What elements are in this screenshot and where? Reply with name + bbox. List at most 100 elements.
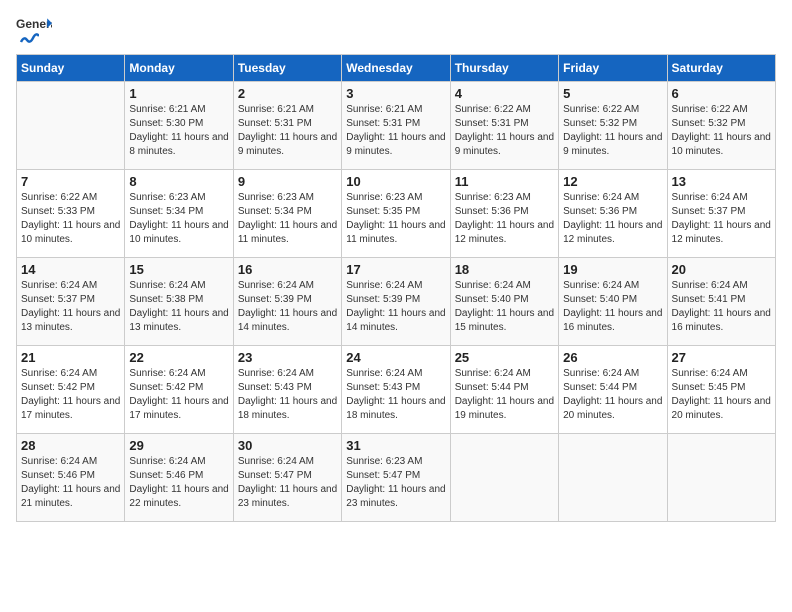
day-number: 18 [455, 262, 554, 277]
day-number: 15 [129, 262, 228, 277]
calendar-cell: 28 Sunrise: 6:24 AM Sunset: 5:46 PM Dayli… [17, 434, 125, 522]
day-info: Sunrise: 6:22 AM Sunset: 5:31 PM Dayligh… [455, 103, 554, 159]
calendar-cell: 11 Sunrise: 6:23 AM Sunset: 5:36 PM Dayli… [450, 170, 558, 258]
calendar-week-2: 7 Sunrise: 6:22 AM Sunset: 5:33 PM Daylig… [17, 170, 776, 258]
day-number: 24 [346, 350, 445, 365]
day-info: Sunrise: 6:22 AM Sunset: 5:33 PM Dayligh… [21, 191, 120, 247]
calendar-cell: 5 Sunrise: 6:22 AM Sunset: 5:32 PM Daylig… [559, 82, 667, 170]
day-number: 14 [21, 262, 120, 277]
day-info: Sunrise: 6:24 AM Sunset: 5:46 PM Dayligh… [21, 455, 120, 511]
day-info: Sunrise: 6:24 AM Sunset: 5:44 PM Dayligh… [455, 367, 554, 423]
day-number: 2 [238, 86, 337, 101]
calendar-cell: 15 Sunrise: 6:24 AM Sunset: 5:38 PM Dayli… [125, 258, 233, 346]
day-number: 4 [455, 86, 554, 101]
day-info: Sunrise: 6:23 AM Sunset: 5:35 PM Dayligh… [346, 191, 445, 247]
day-info: Sunrise: 6:24 AM Sunset: 5:37 PM Dayligh… [21, 279, 120, 335]
day-number: 31 [346, 438, 445, 453]
day-info: Sunrise: 6:24 AM Sunset: 5:40 PM Dayligh… [455, 279, 554, 335]
calendar-week-1: 1Sunrise: 6:21 AM Sunset: 5:30 PM Daylig… [17, 82, 776, 170]
calendar-week-5: 28 Sunrise: 6:24 AM Sunset: 5:46 PM Dayli… [17, 434, 776, 522]
day-number: 13 [672, 174, 771, 189]
calendar-cell: 22Sunrise: 6:24 AM Sunset: 5:42 PM Dayli… [125, 346, 233, 434]
day-info: Sunrise: 6:24 AM Sunset: 5:39 PM Dayligh… [346, 279, 445, 335]
day-number: 9 [238, 174, 337, 189]
calendar-cell: 3 Sunrise: 6:21 AM Sunset: 5:31 PM Daylig… [342, 82, 450, 170]
calendar-cell: 4 Sunrise: 6:22 AM Sunset: 5:31 PM Daylig… [450, 82, 558, 170]
day-info: Sunrise: 6:24 AM Sunset: 5:43 PM Dayligh… [238, 367, 337, 423]
calendar-cell: 26Sunrise: 6:24 AM Sunset: 5:44 PM Dayli… [559, 346, 667, 434]
day-info: Sunrise: 6:24 AM Sunset: 5:40 PM Dayligh… [563, 279, 662, 335]
day-info: Sunrise: 6:23 AM Sunset: 5:36 PM Dayligh… [455, 191, 554, 247]
day-info: Sunrise: 6:22 AM Sunset: 5:32 PM Dayligh… [672, 103, 771, 159]
day-number: 29 [129, 438, 228, 453]
day-number: 12 [563, 174, 662, 189]
day-number: 3 [346, 86, 445, 101]
calendar-cell [17, 82, 125, 170]
day-number: 27 [672, 350, 771, 365]
day-number: 7 [21, 174, 120, 189]
day-number: 19 [563, 262, 662, 277]
day-number: 16 [238, 262, 337, 277]
day-number: 8 [129, 174, 228, 189]
day-info: Sunrise: 6:23 AM Sunset: 5:34 PM Dayligh… [129, 191, 228, 247]
calendar-cell: 12Sunrise: 6:24 AM Sunset: 5:36 PM Dayli… [559, 170, 667, 258]
day-info: Sunrise: 6:22 AM Sunset: 5:32 PM Dayligh… [563, 103, 662, 159]
calendar-cell: 31 Sunrise: 6:23 AM Sunset: 5:47 PM Dayli… [342, 434, 450, 522]
day-number: 26 [563, 350, 662, 365]
day-info: Sunrise: 6:21 AM Sunset: 5:31 PM Dayligh… [346, 103, 445, 159]
day-info: Sunrise: 6:24 AM Sunset: 5:41 PM Dayligh… [672, 279, 771, 335]
day-info: Sunrise: 6:24 AM Sunset: 5:39 PM Dayligh… [238, 279, 337, 335]
day-info: Sunrise: 6:24 AM Sunset: 5:47 PM Dayligh… [238, 455, 337, 511]
day-number: 21 [21, 350, 120, 365]
calendar-cell: 16 Sunrise: 6:24 AM Sunset: 5:39 PM Dayli… [233, 258, 341, 346]
day-info: Sunrise: 6:24 AM Sunset: 5:37 PM Dayligh… [672, 191, 771, 247]
day-number: 20 [672, 262, 771, 277]
calendar-cell: 29 Sunrise: 6:24 AM Sunset: 5:46 PM Dayli… [125, 434, 233, 522]
day-number: 30 [238, 438, 337, 453]
day-number: 17 [346, 262, 445, 277]
calendar-cell: 13 Sunrise: 6:24 AM Sunset: 5:37 PM Dayli… [667, 170, 775, 258]
col-header-friday: Friday [559, 55, 667, 82]
col-header-tuesday: Tuesday [233, 55, 341, 82]
day-info: Sunrise: 6:24 AM Sunset: 5:46 PM Dayligh… [129, 455, 228, 511]
calendar-cell: 6 Sunrise: 6:22 AM Sunset: 5:32 PM Daylig… [667, 82, 775, 170]
col-header-sunday: Sunday [17, 55, 125, 82]
calendar-cell: 25 Sunrise: 6:24 AM Sunset: 5:44 PM Dayli… [450, 346, 558, 434]
logo-wave-icon [19, 28, 39, 48]
calendar-cell: 7 Sunrise: 6:22 AM Sunset: 5:33 PM Daylig… [17, 170, 125, 258]
day-info: Sunrise: 6:21 AM Sunset: 5:30 PM Dayligh… [129, 103, 228, 159]
col-header-monday: Monday [125, 55, 233, 82]
day-info: Sunrise: 6:23 AM Sunset: 5:47 PM Dayligh… [346, 455, 445, 511]
calendar-cell [450, 434, 558, 522]
day-number: 25 [455, 350, 554, 365]
day-number: 6 [672, 86, 771, 101]
calendar-week-3: 14 Sunrise: 6:24 AM Sunset: 5:37 PM Dayli… [17, 258, 776, 346]
day-info: Sunrise: 6:24 AM Sunset: 5:42 PM Dayligh… [129, 367, 228, 423]
calendar-cell: 9 Sunrise: 6:23 AM Sunset: 5:34 PM Daylig… [233, 170, 341, 258]
calendar-cell: 19 Sunrise: 6:24 AM Sunset: 5:40 PM Dayli… [559, 258, 667, 346]
calendar-cell: 21Sunrise: 6:24 AM Sunset: 5:42 PM Dayli… [17, 346, 125, 434]
calendar-cell: 23Sunrise: 6:24 AM Sunset: 5:43 PM Dayli… [233, 346, 341, 434]
day-number: 28 [21, 438, 120, 453]
calendar-cell: 27Sunrise: 6:24 AM Sunset: 5:45 PM Dayli… [667, 346, 775, 434]
logo: General [16, 16, 52, 48]
day-info: Sunrise: 6:24 AM Sunset: 5:43 PM Dayligh… [346, 367, 445, 423]
calendar-cell: 17 Sunrise: 6:24 AM Sunset: 5:39 PM Dayli… [342, 258, 450, 346]
day-number: 5 [563, 86, 662, 101]
page-header: General [16, 16, 776, 48]
calendar-table: SundayMondayTuesdayWednesdayThursdayFrid… [16, 54, 776, 522]
calendar-cell: 8 Sunrise: 6:23 AM Sunset: 5:34 PM Daylig… [125, 170, 233, 258]
calendar-cell: 10 Sunrise: 6:23 AM Sunset: 5:35 PM Dayli… [342, 170, 450, 258]
calendar-cell [559, 434, 667, 522]
col-header-thursday: Thursday [450, 55, 558, 82]
day-number: 10 [346, 174, 445, 189]
day-info: Sunrise: 6:24 AM Sunset: 5:38 PM Dayligh… [129, 279, 228, 335]
day-number: 11 [455, 174, 554, 189]
calendar-cell: 14 Sunrise: 6:24 AM Sunset: 5:37 PM Dayli… [17, 258, 125, 346]
col-header-saturday: Saturday [667, 55, 775, 82]
calendar-cell: 1Sunrise: 6:21 AM Sunset: 5:30 PM Daylig… [125, 82, 233, 170]
calendar-cell: 2Sunrise: 6:21 AM Sunset: 5:31 PM Daylig… [233, 82, 341, 170]
day-info: Sunrise: 6:23 AM Sunset: 5:34 PM Dayligh… [238, 191, 337, 247]
calendar-cell: 20 Sunrise: 6:24 AM Sunset: 5:41 PM Dayli… [667, 258, 775, 346]
calendar-cell: 30 Sunrise: 6:24 AM Sunset: 5:47 PM Dayli… [233, 434, 341, 522]
